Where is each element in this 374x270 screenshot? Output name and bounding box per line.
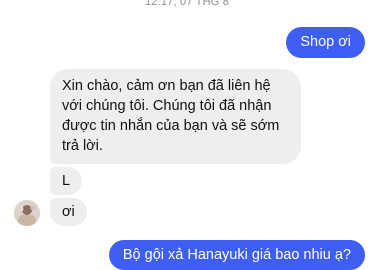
avatar-image-icon [14,200,40,226]
message-text: L [62,173,71,189]
contact-avatar[interactable] [14,200,40,226]
message-bubble-question[interactable]: Bộ gội xả Hanayuki giá bao nhiu ạ? [108,240,365,270]
message-bubble-l[interactable]: L [50,167,83,195]
message-text: Shop ơi [300,34,351,50]
message-text: ơi [62,204,75,220]
message-bubble-oi[interactable]: ơi [50,198,87,226]
message-bubble-auto-reply[interactable]: Xin chào, cảm ơn bạn đã liên hệ với chún… [50,69,301,164]
message-text: Xin chào, cảm ơn bạn đã liên hệ với chún… [62,78,280,154]
message-bubble-outgoing[interactable]: Shop ơi [286,27,365,58]
conversation-timestamp: 12:17, 07 THG 8 [144,0,230,8]
message-text: Bộ gội xả Hanayuki giá bao nhiu ạ? [122,247,351,263]
